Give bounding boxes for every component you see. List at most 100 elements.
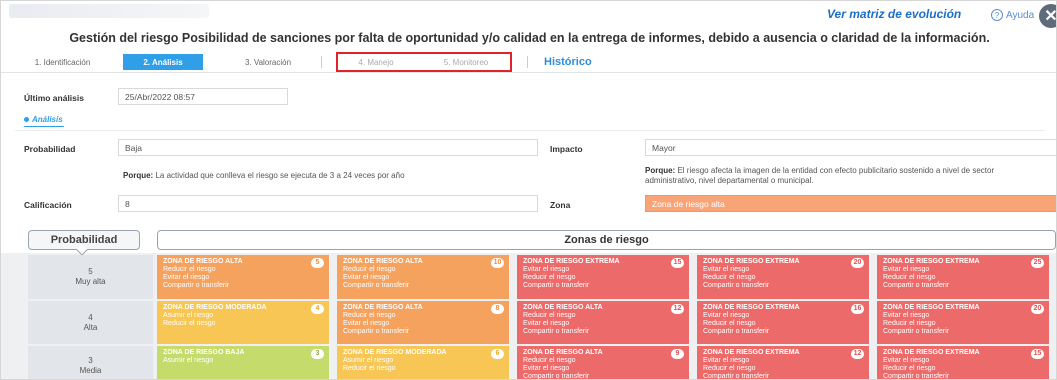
risk-zone-title: ZONA DE RIESGO ALTA — [523, 304, 603, 311]
impacto-label: Impacto — [550, 144, 583, 154]
risk-zone-action: Evitar el riesgo — [883, 266, 930, 273]
help-button[interactable]: ? Ayuda — [991, 9, 1034, 21]
risk-zone-cell[interactable]: ZONA DE RIESGO ALTA Reducir el riesgo Evit… — [337, 301, 509, 344]
risk-zone-action: Reducir el riesgo — [883, 274, 936, 281]
probabilidad-label: Probabilidad — [24, 144, 76, 154]
page-title: Gestión del riesgo Posibilidad de sancio… — [69, 31, 990, 45]
risk-zone-title: ZONA DE RIESGO ALTA — [343, 304, 423, 311]
risk-zone-action: Evitar el riesgo — [703, 266, 750, 273]
risk-zone-action: Compartir o transferir — [703, 373, 770, 380]
ultimo-analisis-label: Último análisis — [24, 93, 84, 103]
risk-zone-action: Evitar el riesgo — [703, 357, 750, 364]
risk-zone-cell[interactable]: ZONA DE RIESGO ALTA Reducir el riesgo Evit… — [517, 346, 689, 380]
risk-zone-cell[interactable]: ZONA DE RIESGO ALTA Reducir el riesgo Evit… — [157, 255, 329, 299]
risk-zone-action: Reducir el riesgo — [703, 274, 756, 281]
analisis-underline — [24, 126, 64, 127]
risk-score-badge: 12 — [851, 349, 864, 359]
risk-zone-action: Compartir o transferir — [883, 282, 950, 289]
analisis-link-label: Análisis — [32, 115, 63, 124]
analisis-section-link[interactable]: Análisis — [24, 115, 63, 124]
risk-zone-cell[interactable]: ZONA DE RIESGO ALTA Reducir el riesgo Evit… — [517, 301, 689, 344]
risk-zone-title: ZONA DE RIESGO EXTREMA — [883, 304, 980, 311]
tab-analisis[interactable]: 2. Análisis — [123, 54, 203, 70]
porque-label: Porque: — [645, 166, 676, 175]
risk-score-badge: 25 — [1031, 258, 1044, 268]
risk-score-badge: 10 — [491, 258, 504, 268]
probabilidad-field: Baja — [118, 139, 538, 156]
risk-zone-title: ZONA DE RIESGO EXTREMA — [523, 258, 620, 265]
risk-score-badge: 6 — [491, 349, 504, 359]
section-divider — [15, 130, 1045, 131]
tab-valoracion[interactable]: 3. Valoración — [223, 54, 313, 70]
calificacion-field: 8 — [118, 195, 538, 212]
row-level-name: Alta — [83, 322, 98, 332]
porque-impacto-text-2: administrativo, nivel departamental o mu… — [645, 176, 814, 185]
risk-zone-action: Reducir el riesgo — [343, 365, 396, 372]
help-label: Ayuda — [1006, 9, 1035, 21]
risk-zone-title: ZONA DE RIESGO ALTA — [163, 258, 243, 265]
risk-zone-cell[interactable]: ZONA DE RIESGO EXTREMA Evitar el riesgo Re… — [877, 255, 1049, 299]
risk-zone-cell[interactable]: ZONA DE RIESGO MODERADA Asumir el riesgo R… — [157, 301, 329, 344]
risk-zone-cell[interactable]: ZONA DE RIESGO EXTREMA Evitar el riesgo Re… — [877, 301, 1049, 344]
risk-zone-action: Reducir el riesgo — [703, 320, 756, 327]
risk-zone-action: Reducir el riesgo — [523, 312, 576, 319]
risk-zone-action: Reducir el riesgo — [703, 365, 756, 372]
risk-zone-cell[interactable]: ZONA DE RIESGO EXTREMA Evitar el riesgo Re… — [877, 346, 1049, 380]
risk-zone-action: Reducir el riesgo — [343, 312, 396, 319]
risk-zone-action: Asumir el riesgo — [163, 312, 214, 319]
risk-zone-cell[interactable]: ZONA DE RIESGO EXTREMA Evitar el riesgo Re… — [517, 255, 689, 299]
risk-score-badge: 5 — [311, 258, 324, 268]
risk-zone-action: Reducir el riesgo — [163, 320, 216, 327]
risk-zone-cell[interactable]: ZONA DE RIESGO ALTA Reducir el riesgo Evit… — [337, 255, 509, 299]
close-button[interactable]: ✕ — [1039, 4, 1056, 28]
ver-matriz-link[interactable]: Ver matriz de evolución — [827, 7, 961, 21]
risk-zone-cell[interactable]: ZONA DE RIESGO EXTREMA Evitar el riesgo Re… — [697, 255, 869, 299]
zona-field: Zona de riesgo alta — [645, 195, 1056, 212]
risk-zone-title: ZONA DE RIESGO EXTREMA — [883, 258, 980, 265]
risk-zone-title: ZONA DE RIESGO MODERADA — [163, 304, 267, 311]
bullet-icon — [24, 117, 29, 122]
risk-zone-action: Reducir el riesgo — [883, 320, 936, 327]
blurred-header-area — [9, 4, 209, 18]
risk-zone-cell[interactable]: ZONA DE RIESGO BAJA Asumir el riesgo 3 — [157, 346, 329, 379]
porque-probabilidad: Porque: La actividad que conlleva el rie… — [123, 171, 405, 181]
tab-divider — [321, 56, 322, 68]
risk-zone-cell[interactable]: ZONA DE RIESGO EXTREMA Evitar el riesgo Re… — [697, 301, 869, 344]
row-level-name: Media — [79, 366, 102, 375]
risk-zone-title: ZONA DE RIESGO MODERADA — [343, 349, 447, 356]
risk-zone-action: Compartir o transferir — [343, 282, 410, 289]
historico-link[interactable]: Histórico — [544, 56, 592, 68]
risk-zone-action: Evitar el riesgo — [163, 274, 210, 281]
porque-impacto-text: El riesgo afecta la imagen de la entidad… — [677, 166, 995, 175]
porque-impacto: Porque: El riesgo afecta la imagen de la… — [645, 166, 1056, 186]
risk-zone-action: Asumir el riesgo — [343, 357, 394, 364]
risk-zone-action: Evitar el riesgo — [703, 312, 750, 319]
risk-zone-action: Reducir el riesgo — [523, 274, 576, 281]
probability-row-label: 3 Media — [28, 346, 153, 379]
highlight-box — [336, 52, 512, 72]
risk-zone-title: ZONA DE RIESGO EXTREMA — [703, 349, 800, 356]
porque-label: Porque: — [123, 171, 154, 180]
risk-zone-cell[interactable]: ZONA DE RIESGO EXTREMA Evitar el riesgo Re… — [697, 346, 869, 380]
risk-zone-action: Evitar el riesgo — [883, 357, 930, 364]
risk-zone-cell[interactable]: ZONA DE RIESGO MODERADA Asumir el riesgo R… — [337, 346, 509, 379]
row-level-number: 4 — [88, 312, 93, 322]
risk-score-badge: 8 — [491, 304, 504, 314]
risk-zone-action: Evitar el riesgo — [523, 320, 570, 327]
risk-score-badge: 12 — [671, 304, 684, 314]
risk-zone-action: Compartir o transferir — [883, 373, 950, 380]
risk-zone-title: ZONA DE RIESGO EXTREMA — [883, 349, 980, 356]
tab-identificacion[interactable]: 1. Identificación — [15, 54, 110, 70]
step-tabs: 1. Identificación 2. Análisis 3. Valorac… — [1, 51, 1056, 73]
risk-zone-action: Reducir el riesgo — [883, 365, 936, 372]
risk-zone-action: Compartir o transferir — [523, 328, 590, 335]
risk-zone-action: Compartir o transferir — [523, 373, 590, 380]
risk-zone-action: Evitar el riesgo — [883, 312, 930, 319]
risk-zone-action: Evitar el riesgo — [343, 320, 390, 327]
risk-score-badge: 9 — [671, 349, 684, 359]
risk-zone-action: Asumir el riesgo — [163, 357, 214, 364]
risk-zone-action: Compartir o transferir — [523, 282, 590, 289]
risk-zone-title: ZONA DE RIESGO EXTREMA — [703, 304, 800, 311]
risk-zone-action: Reducir el riesgo — [163, 266, 216, 273]
top-bar: Ver matriz de evolución ? Ayuda ✕ — [1, 1, 1056, 28]
